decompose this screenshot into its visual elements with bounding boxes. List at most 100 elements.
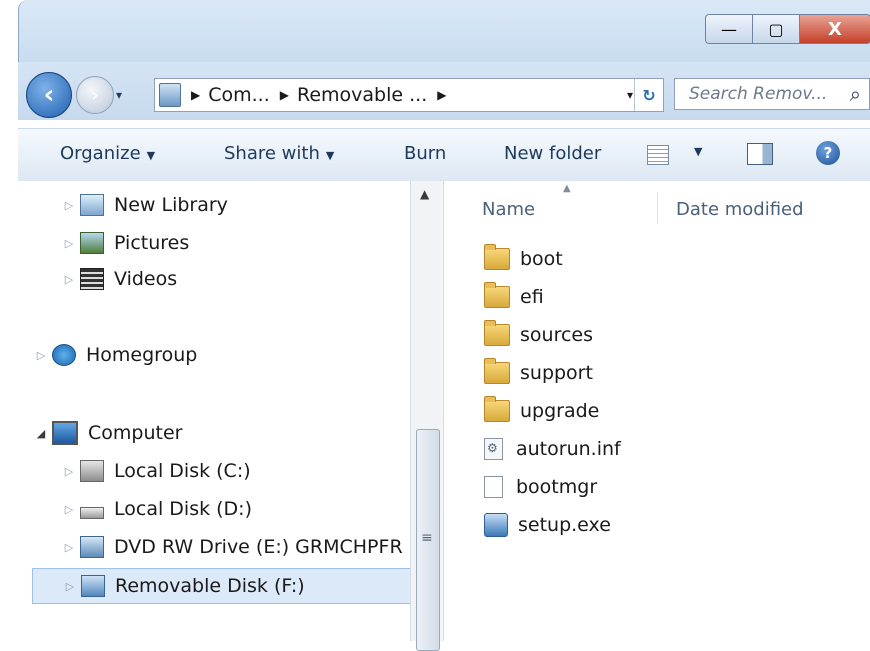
chevron-down-icon: ▾	[626, 88, 633, 102]
folder-icon	[484, 358, 510, 384]
burn-button[interactable]: Burn	[404, 143, 446, 164]
column-divider[interactable]	[657, 193, 658, 223]
nav-item-pictures[interactable]: ▷ Pictures	[62, 225, 189, 261]
column-header-label: Date modified	[676, 199, 804, 220]
nav-item-local-disk-c[interactable]: ▷ Local Disk (C:)	[62, 453, 251, 489]
address-bar[interactable]: ▶ Com... ▶ Removable ... ▶ ▾ ↻	[154, 78, 664, 112]
help-label: ?	[823, 144, 833, 162]
search-icon[interactable]: ⌕	[850, 82, 861, 106]
chevron-down-icon: ▼	[325, 149, 335, 162]
removable-disk-icon	[159, 83, 181, 107]
expand-icon[interactable]: ▷	[34, 349, 48, 362]
forward-arrow-icon: ›	[91, 84, 99, 106]
breadcrumb-computer[interactable]: ▶ Com...	[191, 84, 270, 106]
breadcrumb-separator-icon: ▶	[191, 88, 201, 102]
expand-icon[interactable]: ▷	[62, 465, 76, 478]
address-dropdown-button[interactable]: ▾	[627, 88, 633, 102]
search-input[interactable]: Search Remov... ⌕	[674, 78, 870, 110]
expand-icon[interactable]: ▷	[62, 199, 76, 212]
nav-item-homegroup[interactable]: ▷ Homegroup	[34, 337, 197, 373]
list-item[interactable]: bootmgr	[484, 469, 597, 505]
expand-icon[interactable]: ▷	[62, 237, 76, 250]
list-item[interactable]: upgrade	[484, 393, 599, 429]
view-options-button[interactable]: ▼	[694, 145, 702, 158]
list-item[interactable]: sources	[484, 317, 593, 353]
scrollbar-thumb[interactable]: ≡	[416, 429, 440, 651]
list-item[interactable]: support	[484, 355, 593, 391]
help-icon[interactable]: ?	[816, 141, 840, 165]
folder-icon	[484, 282, 510, 308]
nav-item-label: New Library	[114, 194, 228, 216]
list-item[interactable]: efi	[484, 279, 544, 315]
computer-icon	[52, 421, 78, 445]
removable-disk-icon	[81, 575, 105, 597]
nav-item-computer[interactable]: ◢ Computer	[34, 415, 182, 451]
file-name: efi	[520, 286, 544, 308]
column-header-name[interactable]: Name	[482, 199, 535, 220]
file-name: setup.exe	[518, 514, 611, 536]
back-button[interactable]: ‹	[26, 72, 72, 118]
system-drive-icon	[80, 460, 104, 482]
nav-item-label: Pictures	[114, 232, 190, 254]
recent-pages-button[interactable]: ▾	[116, 88, 122, 102]
navigation-bar: ‹ › ▾ ▶ Com... ▶ Removable ... ▶ ▾ ↻ Searc…	[18, 62, 870, 120]
nav-item-label: Local Disk (C:)	[114, 460, 251, 482]
expand-icon[interactable]: ▷	[62, 273, 76, 286]
nav-item-label: Computer	[88, 422, 183, 444]
command-bar: Organize ▼ Share with ▼ Burn New folder ▼ …	[18, 128, 870, 182]
close-button[interactable]: X	[800, 14, 870, 44]
file-name: boot	[520, 248, 563, 270]
breadcrumb-label: Com...	[208, 84, 270, 106]
new-folder-button[interactable]: New folder	[504, 143, 601, 164]
preview-pane-icon[interactable]	[747, 143, 773, 165]
dvd-drive-icon	[80, 536, 104, 558]
maximize-button[interactable]: ▢	[753, 14, 800, 44]
expand-icon[interactable]: ▷	[62, 541, 76, 554]
nav-item-local-disk-d[interactable]: ▷ Local Disk (D:)	[62, 491, 252, 527]
close-icon: X	[828, 18, 842, 40]
list-item[interactable]: setup.exe	[484, 507, 611, 543]
navigation-scrollbar[interactable]: ▲ ≡	[410, 181, 443, 651]
homegroup-icon	[52, 344, 76, 366]
collapse-icon[interactable]: ◢	[34, 427, 48, 440]
scroll-up-icon[interactable]: ▲	[420, 187, 429, 201]
maximize-icon: ▢	[768, 19, 784, 39]
refresh-button[interactable]: ↻	[634, 79, 663, 111]
minimize-button[interactable]: —	[705, 14, 753, 44]
list-item[interactable]: autorun.inf	[484, 431, 621, 467]
folder-icon	[484, 396, 510, 422]
chevron-down-icon: ▼	[146, 149, 156, 162]
navigation-pane: ▷ New Library ▷ Pictures ▷ Videos ▷ Homegrou…	[18, 181, 444, 641]
breadcrumb-removable-disk[interactable]: ▶ Removable ...	[280, 84, 427, 106]
column-header-date-modified[interactable]: Date modified	[676, 199, 804, 220]
title-bar: — ▢ X	[18, 0, 870, 62]
file-icon	[484, 476, 503, 498]
share-with-label: Share with	[224, 143, 320, 164]
library-icon	[80, 194, 104, 216]
nav-item-videos[interactable]: ▷ Videos	[62, 261, 177, 297]
expand-icon[interactable]: ▷	[62, 503, 76, 516]
nav-item-removable-disk-f[interactable]: ▷ Removable Disk (F:)	[32, 568, 428, 604]
nav-item-dvd-drive[interactable]: ▷ DVD RW Drive (E:) GRMCHPFR	[62, 529, 403, 565]
organize-button[interactable]: Organize ▼	[60, 143, 155, 164]
chevron-right-icon: ▶	[437, 88, 447, 102]
videos-icon	[80, 268, 104, 290]
list-item[interactable]: boot	[484, 241, 563, 277]
file-list: ▲ Name Date modified boot efi sources su…	[444, 181, 870, 641]
breadcrumb-separator-icon: ▶	[279, 88, 289, 102]
nav-item-label: Removable Disk (F:)	[115, 575, 305, 597]
forward-button[interactable]: ›	[76, 76, 114, 114]
window-controls: — ▢ X	[705, 14, 870, 44]
file-name: bootmgr	[516, 476, 598, 498]
file-name: support	[520, 362, 593, 384]
nav-item-new-library[interactable]: ▷ New Library	[62, 187, 228, 223]
hard-drive-icon	[80, 507, 104, 519]
nav-item-label: Local Disk (D:)	[114, 498, 252, 520]
file-name: upgrade	[520, 400, 600, 422]
new-folder-label: New folder	[504, 143, 602, 164]
breadcrumb-children-button[interactable]: ▶	[437, 88, 454, 102]
share-with-button[interactable]: Share with ▼	[224, 143, 334, 164]
change-view-icon[interactable]	[647, 145, 669, 165]
expand-icon[interactable]: ▷	[63, 580, 77, 593]
refresh-icon: ↻	[642, 85, 656, 105]
